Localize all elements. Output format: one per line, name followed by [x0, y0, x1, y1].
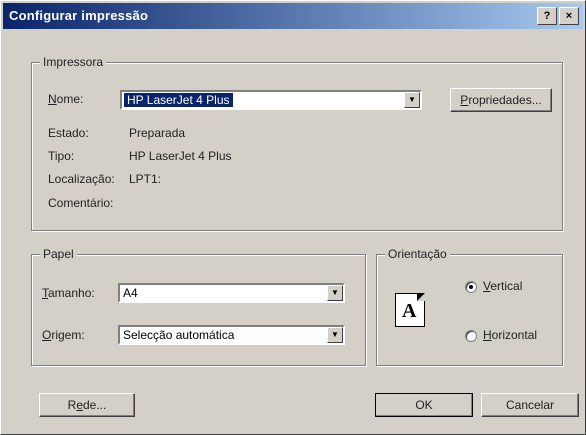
paper-source-value: Selecção automática	[123, 328, 235, 342]
name-label: Nome:	[48, 92, 84, 106]
network-button[interactable]: Rede...	[39, 393, 135, 417]
source-label: Origem:	[42, 328, 85, 342]
size-label: Tamanho:	[42, 286, 95, 300]
close-icon: ×	[565, 10, 573, 22]
page-letter: A	[402, 300, 417, 322]
status-value: Preparada	[129, 126, 186, 140]
print-setup-dialog: Configurar impressão ? × Impressora Nome…	[0, 0, 586, 435]
cancel-button-label: Cancelar	[505, 398, 555, 412]
type-value: HP LaserJet 4 Plus	[129, 149, 232, 163]
window-title: Configurar impressão	[9, 8, 149, 23]
network-button-label: Rede...	[67, 398, 107, 412]
portrait-page-icon: A	[395, 293, 425, 327]
vertical-radio[interactable]	[465, 281, 477, 293]
paper-size-value: A4	[123, 286, 138, 300]
paper-legend: Papel	[40, 247, 77, 261]
location-value: LPT1:	[129, 172, 162, 186]
dropdown-arrow-icon[interactable]: ▼	[327, 285, 343, 301]
printer-legend: Impressora	[40, 55, 107, 69]
help-icon: ?	[543, 10, 551, 22]
comment-label: Comentário:	[48, 196, 114, 210]
page-fold	[417, 293, 425, 301]
ok-button-label: OK	[415, 398, 433, 412]
horizontal-label[interactable]: Horizontal	[483, 328, 537, 342]
printer-group: Impressora Nome: HP LaserJet 4 Plus ▼ Pr…	[31, 55, 563, 231]
printer-name-value: HP LaserJet 4 Plus	[124, 93, 233, 107]
status-label: Estado:	[48, 126, 89, 140]
paper-size-select[interactable]: A4 ▼	[118, 283, 345, 303]
paper-group: Papel Tamanho: A4 ▼ Origem: Selecção aut…	[31, 247, 366, 366]
help-button[interactable]: ?	[537, 7, 557, 25]
printer-name-select[interactable]: HP LaserJet 4 Plus ▼	[120, 90, 422, 110]
cancel-button[interactable]: Cancelar	[481, 393, 579, 417]
paper-source-select[interactable]: Selecção automática ▼	[118, 325, 345, 345]
ok-button[interactable]: OK	[375, 393, 473, 417]
close-button[interactable]: ×	[559, 7, 579, 25]
title-bar[interactable]: Configurar impressão ? ×	[3, 3, 583, 29]
properties-button[interactable]: Propriedades...	[450, 88, 552, 112]
orientation-legend: Orientação	[385, 247, 450, 261]
radio-selected-dot	[469, 285, 473, 289]
dropdown-arrow-icon[interactable]: ▼	[327, 327, 343, 343]
properties-button-label: Propriedades...	[460, 93, 542, 107]
location-label: Localização:	[48, 172, 115, 186]
horizontal-radio[interactable]	[465, 330, 477, 342]
vertical-label[interactable]: Vertical	[483, 279, 522, 293]
dropdown-arrow-icon[interactable]: ▼	[404, 92, 420, 108]
orientation-group: Orientação A Vertical Horizontal	[376, 247, 563, 366]
type-label: Tipo:	[48, 149, 75, 163]
